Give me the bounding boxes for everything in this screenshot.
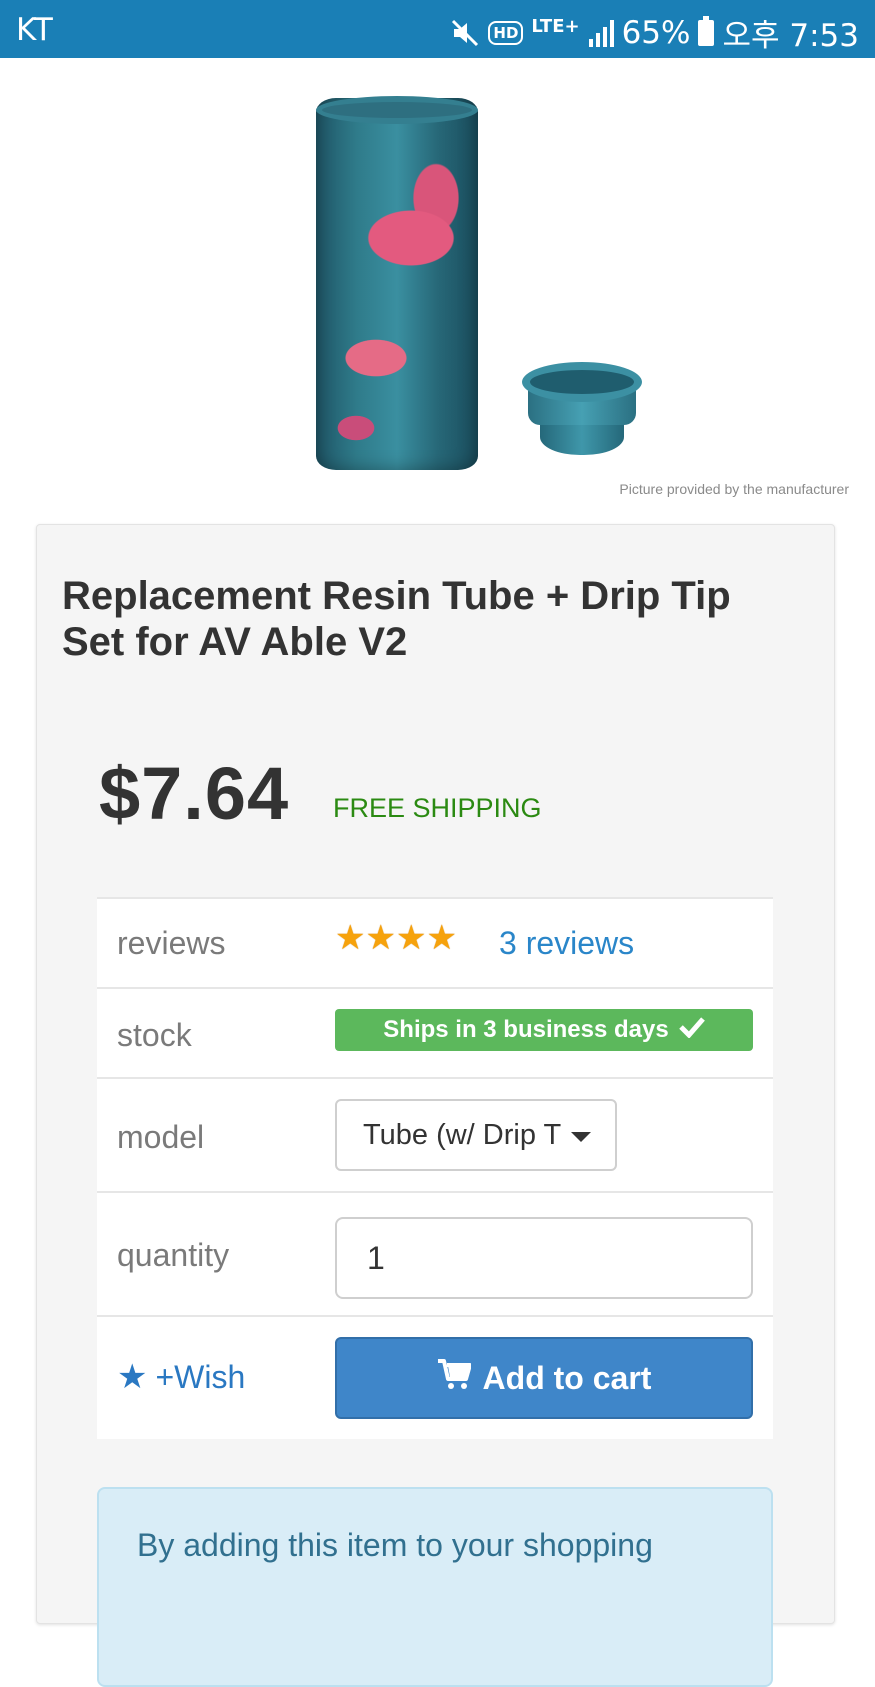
drip-tip-top bbox=[522, 362, 642, 402]
shopping-cart-icon bbox=[437, 1358, 472, 1398]
star-icon: ★ bbox=[426, 919, 457, 957]
stock-row: stock Ships in 3 business days bbox=[97, 989, 773, 1079]
resin-tube-top bbox=[316, 96, 478, 124]
add-to-wishlist-button[interactable]: ★ +Wish bbox=[117, 1357, 245, 1397]
add-to-cart-button[interactable]: Add to cart bbox=[335, 1337, 753, 1419]
status-icons: HD LTE+ 65% 오후 7:53 bbox=[450, 10, 859, 55]
hd-icon: HD bbox=[488, 20, 524, 45]
resin-tube-image bbox=[316, 98, 478, 470]
product-title: Replacement Resin Tube + Drip Tip Set fo… bbox=[62, 574, 731, 664]
stock-status-text: Ships in 3 business days bbox=[383, 1016, 669, 1043]
model-selected-value: Tube (w/ Drip T bbox=[363, 1118, 562, 1151]
signal-icon bbox=[588, 19, 614, 47]
mute-icon bbox=[450, 18, 480, 48]
quantity-input[interactable] bbox=[335, 1217, 753, 1299]
cart-notice-box: By adding this item to your shopping bbox=[97, 1487, 773, 1687]
wish-label: +Wish bbox=[155, 1358, 246, 1395]
reviews-label: reviews bbox=[117, 925, 226, 961]
actions-row: ★ +Wish Add to cart bbox=[97, 1317, 773, 1439]
clock: 오후 7:53 bbox=[722, 18, 859, 54]
lte-icon: LTE+ bbox=[531, 15, 580, 37]
star-icon: ★ bbox=[335, 919, 366, 957]
star-icon: ★ bbox=[395, 919, 427, 957]
image-caption: Picture provided by the manufacturer bbox=[619, 481, 849, 497]
quantity-label: quantity bbox=[117, 1237, 230, 1273]
product-spec-table: reviews ★ ★ ★ ★ 3 reviews stock Ships in… bbox=[97, 897, 773, 1439]
star-icon: ★ bbox=[365, 919, 396, 957]
status-bar: KT HD LTE+ 65% 오후 7:53 bbox=[0, 0, 875, 58]
model-row: model Tube (w/ Drip T bbox=[97, 1079, 773, 1193]
carrier-label: KT bbox=[16, 12, 53, 48]
model-label: model bbox=[117, 1119, 205, 1155]
cart-notice-text: By adding this item to your shopping bbox=[137, 1527, 653, 1563]
product-price: $7.64 bbox=[99, 752, 290, 835]
rating-stars: ★ ★ ★ ★ bbox=[335, 921, 457, 955]
stock-status-badge: Ships in 3 business days bbox=[335, 1009, 753, 1051]
battery-icon bbox=[698, 15, 715, 46]
star-icon: ★ bbox=[117, 1358, 148, 1396]
reviews-row: reviews ★ ★ ★ ★ 3 reviews bbox=[97, 899, 773, 989]
product-image[interactable]: Picture provided by the manufacturer bbox=[0, 58, 875, 513]
add-to-cart-label: Add to cart bbox=[482, 1359, 652, 1396]
chevron-down-icon bbox=[571, 1132, 591, 1142]
checkmark-icon bbox=[678, 1016, 705, 1045]
quantity-row: quantity bbox=[97, 1193, 773, 1317]
model-select[interactable]: Tube (w/ Drip T bbox=[335, 1099, 617, 1171]
reviews-link[interactable]: 3 reviews bbox=[499, 925, 634, 962]
drip-tip-image bbox=[522, 362, 642, 457]
product-card: Replacement Resin Tube + Drip Tip Set fo… bbox=[36, 524, 835, 1687]
stock-label: stock bbox=[117, 1017, 192, 1053]
battery-percent: 65% bbox=[621, 14, 691, 51]
free-shipping-label: FREE SHIPPING bbox=[333, 793, 542, 823]
